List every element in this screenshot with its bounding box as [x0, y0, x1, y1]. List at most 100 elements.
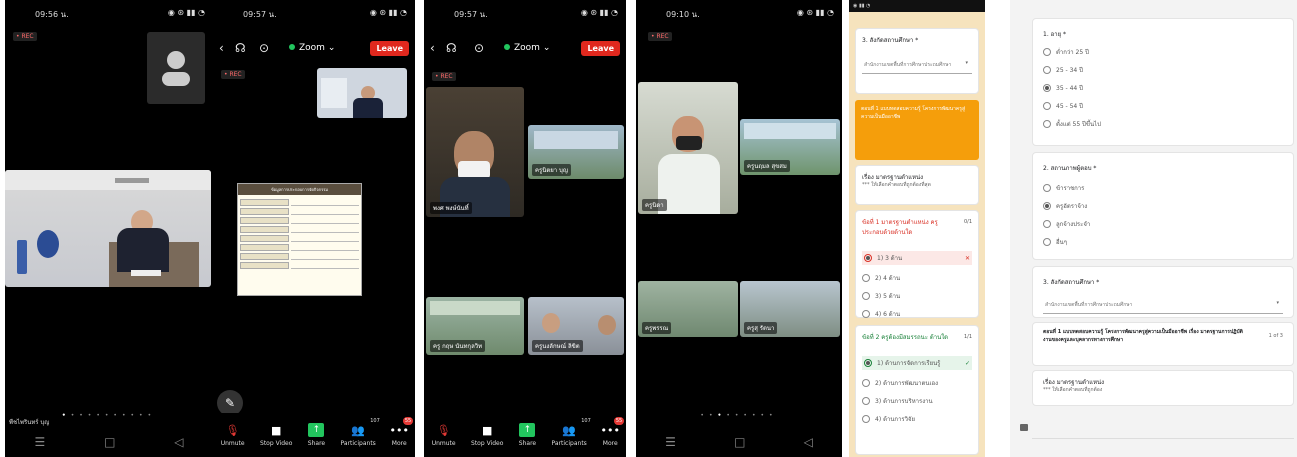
answer-option[interactable]: 25 - 34 ปี [1043, 65, 1283, 75]
camera-switch-icon[interactable]: ⊙ [259, 41, 269, 55]
radio [1043, 220, 1051, 228]
participant-label: ครูพรรณ [642, 322, 672, 334]
secure-icon [504, 44, 510, 50]
mic-off-icon: 🎙 [436, 423, 451, 437]
option-label: ตั้งแต่ 55 ปีขึ้นไป [1056, 121, 1101, 128]
home-button[interactable]: □ [734, 435, 745, 449]
participant-video[interactable]: พงศ พงษ์นันทิ์ [426, 87, 524, 217]
section-banner: ตอนที่ 1 แบบทดสอบความรู้ โครงการพัฒนาครู… [855, 100, 979, 160]
speaker-thumbnail[interactable] [317, 68, 407, 118]
answer-option[interactable]: 2) 4 ด้าน [862, 273, 972, 283]
wrong-icon: ✕ [964, 254, 970, 262]
speaker-video[interactable] [5, 170, 211, 287]
rec-indicator: • REC [13, 32, 37, 41]
q3-card: 3. สังกัดสถานศึกษา * สำนักงานเขตพื้นที่ก… [855, 28, 979, 94]
feedback-icon[interactable] [1020, 424, 1028, 431]
unmute-button[interactable]: 🎙 Unmute [431, 423, 456, 448]
sub-section-note: *** ให้เลือกคำตอบที่ถูกต้อง [1043, 387, 1103, 393]
participant-name: พืชไพรินทร์ บุญ [9, 419, 50, 426]
unmute-button[interactable]: 🎙 Unmute [220, 423, 245, 448]
answer-option[interactable]: 3) ด้านการบริหารงาน [862, 396, 972, 406]
rec-indicator: • REC [648, 32, 672, 41]
radio-selected [1043, 202, 1051, 210]
radio-selected [864, 254, 872, 262]
radio [862, 379, 870, 387]
answer-option[interactable]: 1) ด้านการจัดการเรียนรู้ ✓ [862, 356, 972, 370]
sub-section-card: เรื่อง มาตรฐานตำแหน่ง *** ให้เลือกคำตอบท… [1032, 370, 1294, 406]
participant-label: ครูนฤมล สุขสม [744, 160, 790, 172]
answer-option[interactable]: 45 - 54 ปี [1043, 101, 1283, 111]
headphone-icon[interactable]: ☊ [235, 41, 246, 55]
participants-button[interactable]: 👥 107 Participants [552, 418, 591, 447]
leave-button[interactable]: Leave [581, 41, 620, 56]
answer-option[interactable]: ตั้งแต่ 55 ปีขึ้นไป [1043, 119, 1283, 129]
zoom-menu[interactable]: Zoom ⌄ [504, 43, 550, 53]
radio [862, 274, 870, 282]
participant-video[interactable]: ครู กฤษ นันทกุลวิท [426, 297, 524, 355]
answer-option[interactable]: 4) ด้านการวิจัย [862, 414, 972, 424]
participant-video[interactable]: ครูนฤมล สุขสม [740, 119, 840, 175]
answer-option[interactable]: อื่นๆ [1043, 237, 1283, 247]
more-button[interactable]: ••• 55 More [600, 417, 625, 447]
more-button[interactable]: ••• 55 More [389, 417, 414, 447]
leave-button[interactable]: Leave [370, 41, 409, 56]
radio [862, 310, 870, 318]
stop-video-label: Stop Video [260, 440, 293, 447]
option-label: 3) ด้านการบริหารงาน [875, 398, 933, 405]
participant-label: ครู กฤษ นันทกุลวิท [430, 340, 486, 352]
answer-option[interactable]: 4) 6 ด้าน [862, 309, 972, 319]
secure-icon [289, 44, 295, 50]
status-bar: 09:57 น. ◉ ⊛ ▮▮ ◔ [454, 8, 618, 19]
participants-label: Participants [340, 440, 376, 447]
answer-option[interactable]: 1) 3 ด้าน ✕ [862, 251, 972, 265]
participant-video[interactable]: ครูพรรณ [638, 281, 738, 337]
stop-video-button[interactable]: ■ Stop Video [260, 423, 293, 448]
answer-option[interactable]: ต่ำกว่า 25 ปี [1043, 47, 1283, 57]
headphone-icon[interactable]: ☊ [446, 41, 457, 55]
participant-video[interactable]: ครูนงลักษณ์ ลิขิต [528, 297, 624, 355]
back-button[interactable]: ◁ [804, 435, 813, 449]
affiliation-dropdown[interactable]: สำนักงานเขตพื้นที่การศึกษาประถมศึกษา [1043, 297, 1283, 314]
status-time: 09:57 น. [454, 10, 488, 19]
answer-option[interactable]: 35 - 44 ปี [1043, 83, 1283, 93]
answer-option[interactable]: 2) ด้านการพัฒนาตนเอง [862, 378, 972, 388]
answer-option[interactable]: ลูกจ้างประจำ [1043, 219, 1283, 229]
participant-label: พงศ พงษ์นันทิ์ [430, 202, 472, 214]
zoom-menu[interactable]: Zoom ⌄ [289, 43, 335, 53]
answer-option[interactable]: ครูอัตราจ้าง [1043, 201, 1283, 211]
recents-button[interactable]: ☰ [34, 435, 45, 449]
share-button[interactable]: ↑ Share [519, 423, 536, 447]
answer-option[interactable]: 3) 5 ด้าน [862, 291, 972, 301]
back-chevron-icon[interactable]: ‹ [430, 41, 435, 55]
question-score: 0/1 [963, 219, 972, 225]
more-badge: 55 [613, 417, 625, 425]
affiliation-dropdown[interactable]: สำนักงานเขตพื้นที่การศึกษาประถมศึกษา [862, 57, 972, 74]
back-chevron-icon[interactable]: ‹ [219, 41, 224, 55]
camera-switch-icon[interactable]: ⊙ [474, 41, 484, 55]
unmute-label: Unmute [220, 440, 245, 447]
screen-6-survey-form: 1. อายุ * ต่ำกว่า 25 ปี 25 - 34 ปี 35 - … [1010, 0, 1297, 457]
share-button[interactable]: ↑ Share [308, 423, 325, 447]
radio [1043, 120, 1051, 128]
participant-video[interactable]: ครูนิตยา บุญ [528, 125, 624, 179]
option-label: 1) ด้านการจัดการเรียนรู้ [877, 360, 941, 367]
recents-button[interactable]: ☰ [665, 435, 676, 449]
participant-video[interactable]: ครูสุ รัตนา [740, 281, 840, 337]
back-button[interactable]: ◁ [174, 435, 183, 449]
participants-count: 107 [581, 418, 591, 424]
participant-video[interactable]: ครูนิดา [638, 82, 738, 214]
unmute-label: Unmute [431, 440, 456, 447]
participants-count: 107 [370, 418, 380, 424]
avatar[interactable] [147, 32, 205, 104]
option-label: 3) 5 ด้าน [875, 293, 901, 300]
stop-video-button[interactable]: ■ Stop Video [471, 423, 503, 448]
radio [1043, 102, 1051, 110]
option-label: 25 - 34 ปี [1056, 67, 1083, 74]
answer-option[interactable]: ข้าราชการ [1043, 183, 1283, 193]
more-label: More [391, 440, 407, 447]
android-nav-bar: ☰ □ ◁ [5, 427, 213, 457]
participants-button[interactable]: 👥 107 Participants [340, 418, 380, 447]
home-button[interactable]: □ [104, 435, 115, 449]
slide-title: ข้อมูลการประกอบการจัดกิจกรรม [238, 184, 361, 195]
radio [1043, 238, 1051, 246]
